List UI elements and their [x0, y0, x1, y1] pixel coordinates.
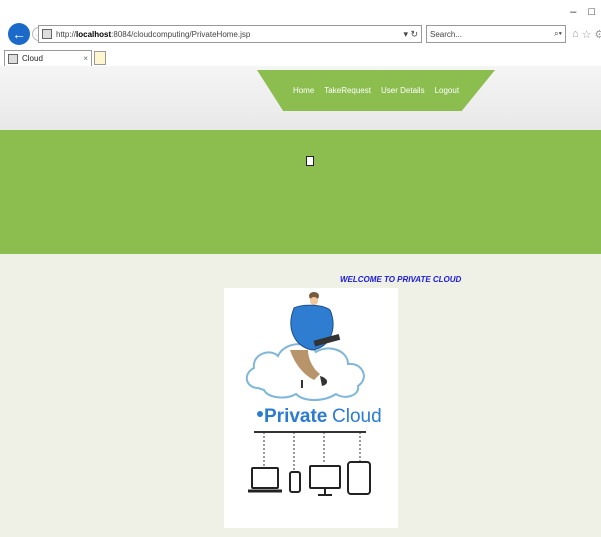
toolbar-icons: ⌂ ☆ ⚙: [572, 28, 601, 41]
address-row: ← → http://localhost:8084/cloudcomputing…: [4, 22, 601, 46]
nav-logout[interactable]: Logout: [435, 86, 459, 95]
minimize-icon[interactable]: –: [570, 6, 576, 18]
nav-home[interactable]: Home: [293, 86, 314, 95]
phone-icon: [289, 471, 301, 493]
gear-icon[interactable]: ⚙: [595, 28, 601, 41]
search-placeholder: Search...: [430, 29, 463, 39]
header-band: Home TakeRequest User Details Logout: [0, 66, 601, 130]
banner: [0, 130, 601, 254]
nav-user-details[interactable]: User Details: [381, 86, 425, 95]
devices: [248, 461, 371, 496]
home-icon[interactable]: ⌂: [572, 28, 579, 41]
svg-text:Cloud: Cloud: [332, 406, 382, 427]
tab-title: Cloud: [22, 54, 43, 63]
search-icon[interactable]: ⌕▾: [554, 29, 562, 39]
window-controls: – □: [570, 6, 595, 18]
page-favicon: [42, 29, 52, 39]
broken-image-icon: [306, 156, 314, 166]
private-cloud-illustration: Private Cloud: [245, 292, 382, 496]
refresh-icon[interactable]: ▾ ↻: [403, 29, 418, 40]
restore-icon[interactable]: □: [588, 6, 595, 18]
tab-favicon: [8, 53, 18, 64]
search-input[interactable]: Search... ⌕▾: [426, 25, 566, 43]
nav-take-request[interactable]: TakeRequest: [324, 86, 371, 95]
svg-text:Private: Private: [264, 406, 327, 427]
url-text: http://localhost:8084/cloudcomputing/Pri…: [56, 29, 251, 39]
page: Home TakeRequest User Details Logout WEL…: [0, 66, 601, 537]
main-nav: Home TakeRequest User Details Logout: [257, 70, 495, 111]
tab-cloud[interactable]: Cloud ×: [4, 50, 92, 66]
tablet-icon: [347, 461, 371, 495]
private-cloud-logo: Private Cloud: [257, 406, 382, 427]
private-cloud-image: Private Cloud: [224, 288, 398, 528]
laptop-icon: [251, 467, 279, 489]
star-icon[interactable]: ☆: [582, 28, 592, 41]
back-arrow-icon[interactable]: ←: [8, 23, 30, 45]
new-tab-button[interactable]: [94, 51, 106, 65]
close-icon[interactable]: ×: [83, 54, 88, 63]
address-bar[interactable]: http://localhost:8084/cloudcomputing/Pri…: [38, 25, 422, 43]
network-lines: [254, 431, 366, 470]
monitor-icon: [309, 465, 341, 489]
tab-strip: Cloud ×: [4, 50, 106, 66]
welcome-heading: WELCOME TO PRIVATE CLOUD: [340, 275, 462, 284]
